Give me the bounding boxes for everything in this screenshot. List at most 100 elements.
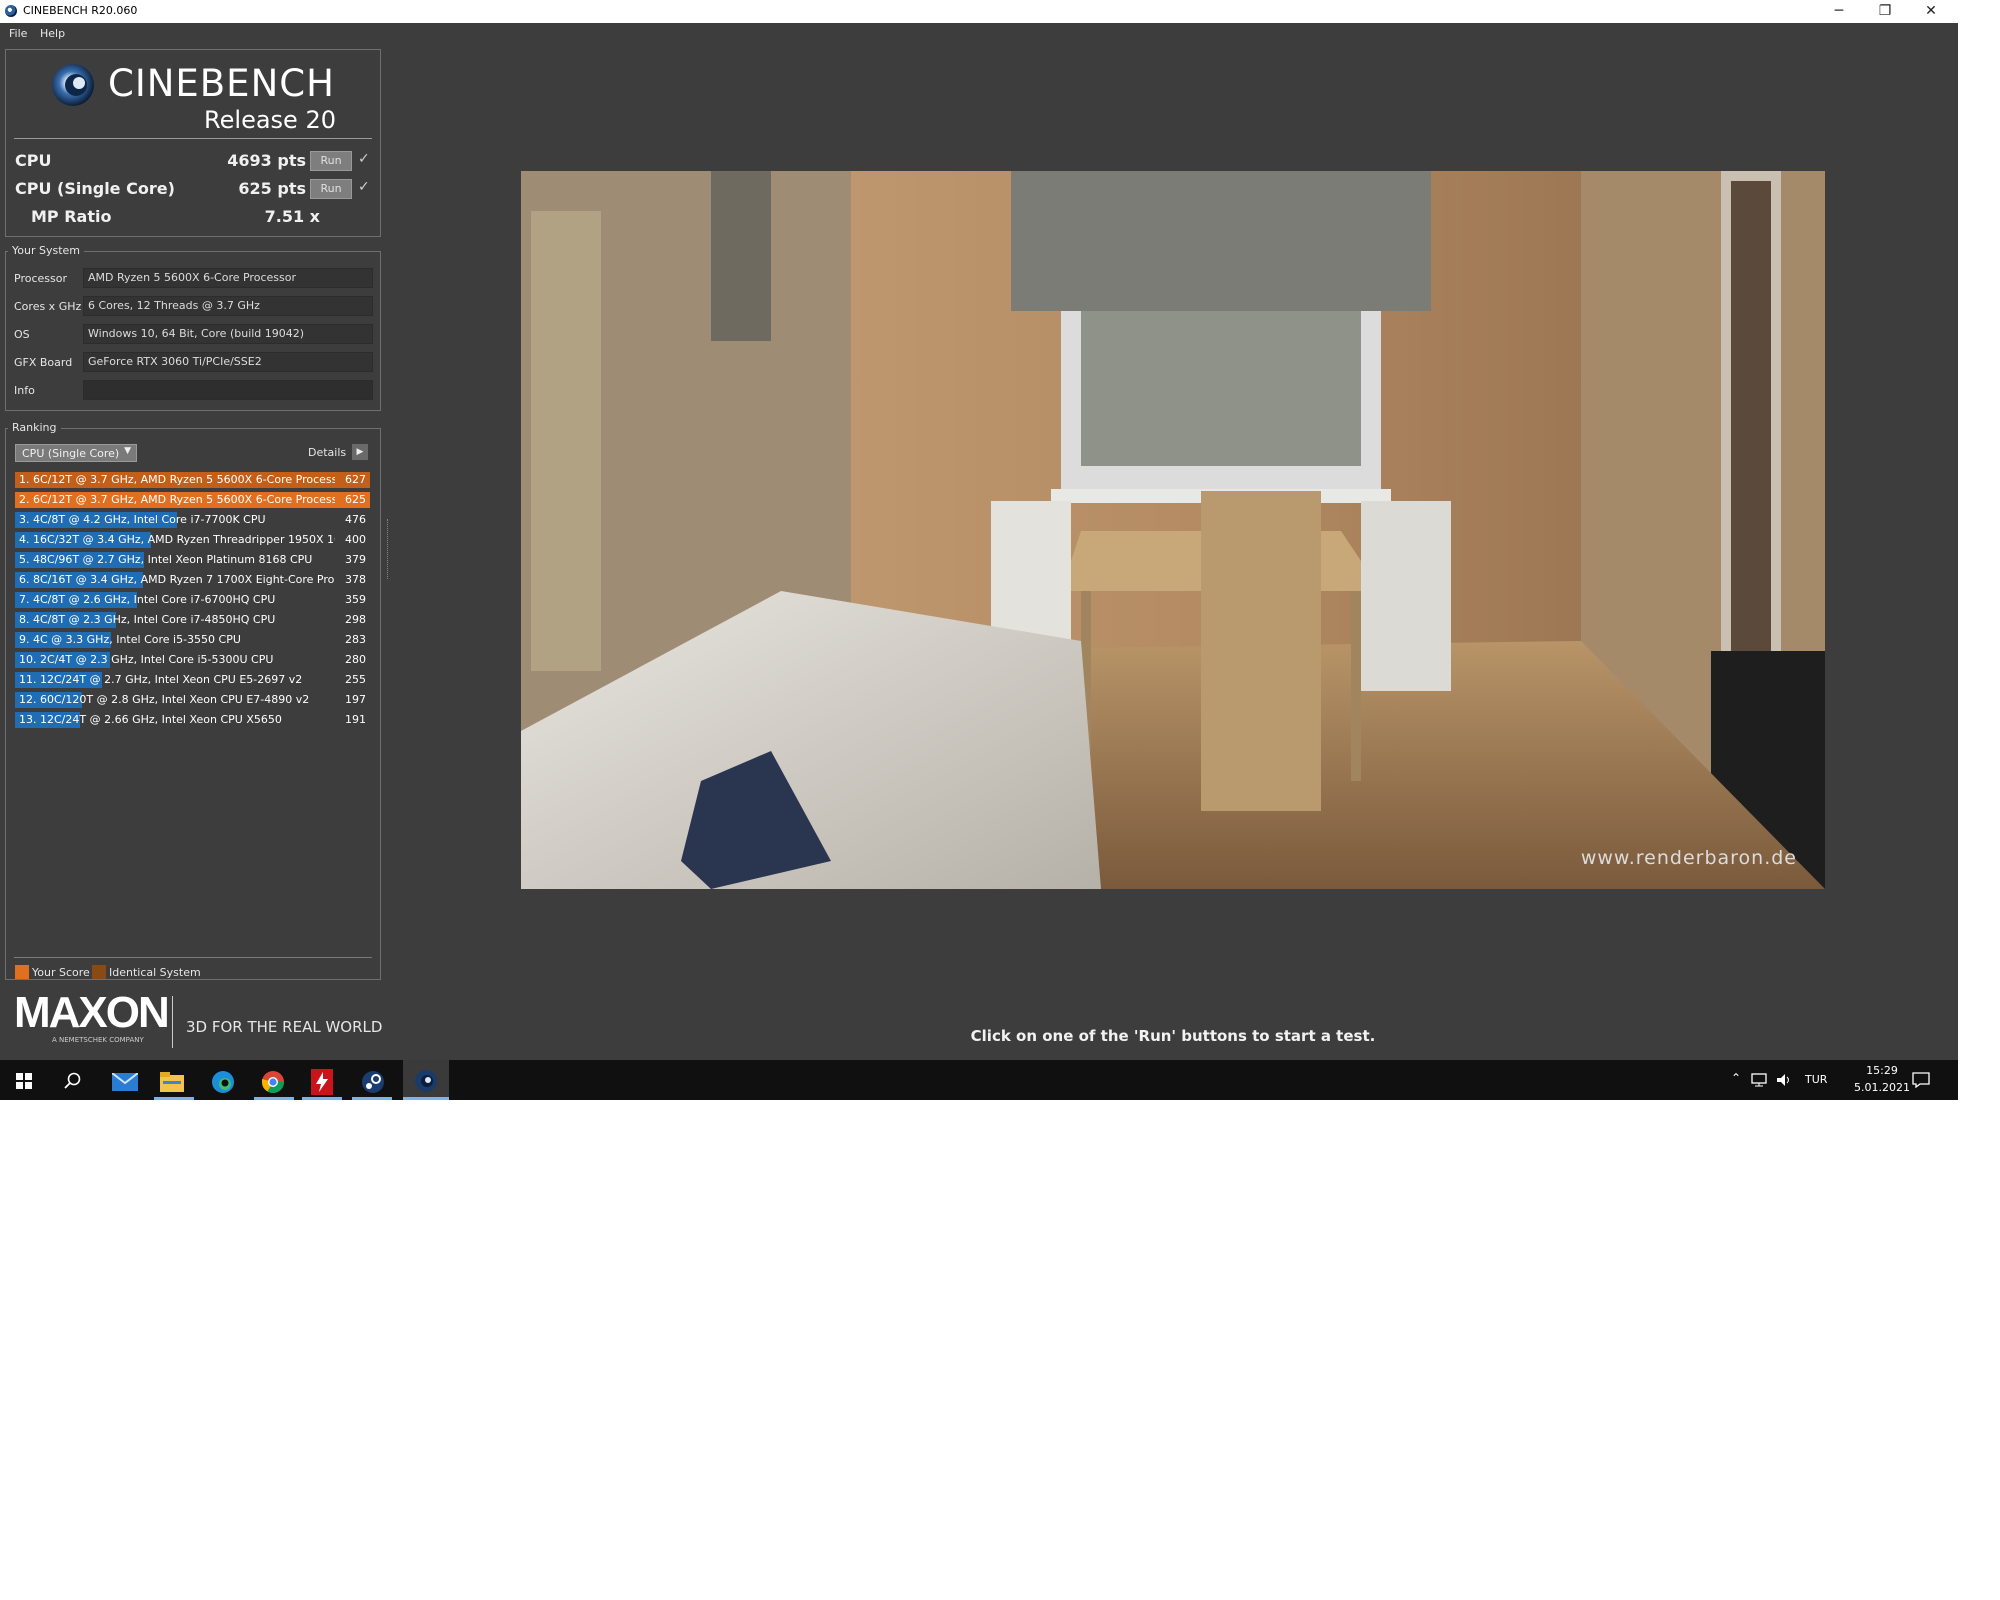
restore-button[interactable]: ❐ (1862, 0, 1908, 22)
ranking-row-label: 7. 4C/8T @ 2.6 GHz, Intel Core i7-6700HQ… (19, 593, 276, 606)
cpu-single-check-icon: ✓ (358, 179, 370, 195)
ranking-row-label: 1. 6C/12T @ 3.7 GHz, AMD Ryzen 5 5600X 6… (19, 473, 335, 486)
windows-start-icon[interactable] (16, 1073, 32, 1089)
ranking-row[interactable]: 9. 4C @ 3.3 GHz, Intel Core i5-3550 CPU 2… (15, 631, 370, 649)
cores-field: 6 Cores, 12 Threads @ 3.7 GHz (83, 296, 373, 316)
ranking-row[interactable]: 10. 2C/4T @ 2.3 GHz, Intel Core i5-5300U… (15, 651, 370, 669)
ranking-row-score: 400 (345, 533, 366, 546)
ranking-row[interactable]: 3. 4C/8T @ 4.2 GHz, Intel Core i7-7700K … (15, 511, 370, 529)
details-label[interactable]: Details (308, 446, 346, 459)
mail-icon[interactable] (112, 1073, 138, 1091)
ranking-row-label: 6. 8C/16T @ 3.4 GHz, AMD Ryzen 7 1700X E… (19, 573, 335, 586)
ranking-row-score: 255 (345, 673, 366, 686)
ranking-row-score: 191 (345, 713, 366, 726)
running-indicator (254, 1097, 294, 1100)
maxon-logo: MAXON (14, 988, 170, 1037)
identical-system-legend: Identical System (109, 966, 201, 979)
ranking-row[interactable]: 4. 16C/32T @ 3.4 GHz, AMD Ryzen Threadri… (15, 531, 370, 549)
os-label: OS (14, 328, 30, 341)
your-score-legend: Your Score (32, 966, 90, 979)
ranking-row-label: 12. 60C/120T @ 2.8 GHz, Intel Xeon CPU E… (19, 693, 310, 706)
ranking-row-score: 476 (345, 513, 366, 526)
taskbar: ⌃ TUR 15:29 5.01.2021 (0, 1060, 1958, 1100)
ranking-row-score: 298 (345, 613, 366, 626)
steam-icon[interactable] (361, 1070, 385, 1094)
divider (172, 996, 173, 1048)
cpu-run-button[interactable]: Run (310, 151, 352, 171)
your-system-title: Your System (8, 244, 84, 257)
info-label: Info (14, 384, 35, 397)
ranking-row-label: 5. 48C/96T @ 2.7 GHz, Intel Xeon Platinu… (19, 553, 313, 566)
ranking-title: Ranking (8, 421, 61, 434)
ranking-row-label: 9. 4C @ 3.3 GHz, Intel Core i5-3550 CPU (19, 633, 241, 646)
processor-label: Processor (14, 272, 67, 285)
status-text: Click on one of the 'Run' buttons to sta… (970, 1027, 1376, 1045)
chevron-up-icon[interactable]: ⌃ (1731, 1071, 1741, 1085)
close-button[interactable]: ✕ (1908, 0, 1954, 22)
ranking-row[interactable]: 6. 8C/16T @ 3.4 GHz, AMD Ryzen 7 1700X E… (15, 571, 370, 589)
ranking-panel: Ranking CPU (Single Core) ▼ Details ▶ 1.… (5, 421, 388, 980)
render-watermark: www.renderbaron.de (1580, 847, 1797, 869)
ranking-row-score: 378 (345, 573, 366, 586)
menu-help[interactable]: Help (40, 27, 65, 40)
cinebench-app-icon (5, 5, 17, 17)
ranking-row-label: 10. 2C/4T @ 2.3 GHz, Intel Core i5-5300U… (19, 653, 274, 666)
notification-icon[interactable] (1912, 1072, 1930, 1088)
clock-time[interactable]: 15:29 (1850, 1064, 1914, 1077)
processor-field: AMD Ryzen 5 5600X 6-Core Processor (83, 268, 373, 288)
ranking-row-label: 11. 12C/24T @ 2.7 GHz, Intel Xeon CPU E5… (19, 673, 303, 686)
score-panel: CINEBENCH Release 20 CPU 4693 pts Run ✓ … (5, 49, 381, 237)
release-label: Release 20 (204, 106, 336, 134)
minimize-button[interactable]: ─ (1816, 0, 1862, 22)
ranking-row-score: 627 (345, 473, 366, 486)
cpu-check-icon: ✓ (358, 151, 370, 167)
edge-browser-icon[interactable] (211, 1070, 235, 1094)
ranking-row[interactable]: 5. 48C/96T @ 2.7 GHz, Intel Xeon Platinu… (15, 551, 370, 569)
cinebench-taskbar-icon[interactable] (414, 1069, 438, 1093)
ranking-row-score: 280 (345, 653, 366, 666)
os-field: Windows 10, 64 Bit, Core (build 19042) (83, 324, 373, 344)
divider (14, 957, 372, 958)
running-indicator (403, 1097, 449, 1100)
ranking-dropdown[interactable]: CPU (Single Core) ▼ (15, 444, 137, 462)
maxon-tagline: 3D FOR THE REAL WORLD (186, 1018, 383, 1036)
network-icon[interactable] (1751, 1073, 1767, 1087)
file-explorer-icon[interactable] (160, 1072, 184, 1092)
details-arrow-icon[interactable]: ▶ (352, 444, 368, 460)
ranking-row-label: 3. 4C/8T @ 4.2 GHz, Intel Core i7-7700K … (19, 513, 266, 526)
chevron-down-icon: ▼ (124, 446, 131, 456)
cpu-single-label: CPU (Single Core) (15, 179, 175, 198)
your-system-panel: Your System Processor AMD Ryzen 5 5600X … (5, 244, 381, 411)
cpu-single-run-button[interactable]: Run (310, 179, 352, 199)
running-indicator (352, 1097, 392, 1100)
ranking-row[interactable]: 8. 4C/8T @ 2.3 GHz, Intel Core i7-4850HQ… (15, 611, 370, 629)
maxon-sub: A NEMETSCHEK COMPANY (52, 1036, 144, 1044)
running-indicator (154, 1097, 194, 1100)
ranking-row[interactable]: 1. 6C/12T @ 3.7 GHz, AMD Ryzen 5 5600X 6… (15, 471, 370, 489)
adobe-app-icon[interactable] (311, 1069, 333, 1095)
ranking-row[interactable]: 2. 6C/12T @ 3.7 GHz, AMD Ryzen 5 5600X 6… (15, 491, 370, 509)
info-field[interactable] (83, 380, 373, 400)
ranking-row[interactable]: 7. 4C/8T @ 2.6 GHz, Intel Core i7-6700HQ… (15, 591, 370, 609)
ranking-dropdown-value: CPU (Single Core) (22, 447, 120, 460)
ranking-row-score: 197 (345, 693, 366, 706)
running-indicator (302, 1097, 342, 1100)
gfx-board-label: GFX Board (14, 356, 73, 369)
input-language[interactable]: TUR (1805, 1073, 1827, 1086)
title-bar: CINEBENCH R20.060 ─ ❐ ✕ (0, 0, 1958, 23)
ranking-row[interactable]: 11. 12C/24T @ 2.7 GHz, Intel Xeon CPU E5… (15, 671, 370, 689)
ranking-row[interactable]: 13. 12C/24T @ 2.66 GHz, Intel Xeon CPU X… (15, 711, 370, 729)
ranking-row-label: 13. 12C/24T @ 2.66 GHz, Intel Xeon CPU X… (19, 713, 282, 726)
ranking-row[interactable]: 12. 60C/120T @ 2.8 GHz, Intel Xeon CPU E… (15, 691, 370, 709)
ranking-row-score: 625 (345, 493, 366, 506)
resize-handle[interactable] (387, 519, 391, 579)
menu-file[interactable]: File (9, 27, 27, 40)
window-title: CINEBENCH R20.060 (23, 4, 138, 17)
search-icon[interactable] (64, 1072, 82, 1090)
brand-title: CINEBENCH (108, 62, 335, 105)
ranking-row-score: 283 (345, 633, 366, 646)
chrome-icon[interactable] (261, 1070, 285, 1094)
cpu-single-score: 625 pts (238, 179, 306, 198)
volume-icon[interactable] (1776, 1073, 1792, 1087)
cpu-score: 4693 pts (227, 151, 306, 170)
